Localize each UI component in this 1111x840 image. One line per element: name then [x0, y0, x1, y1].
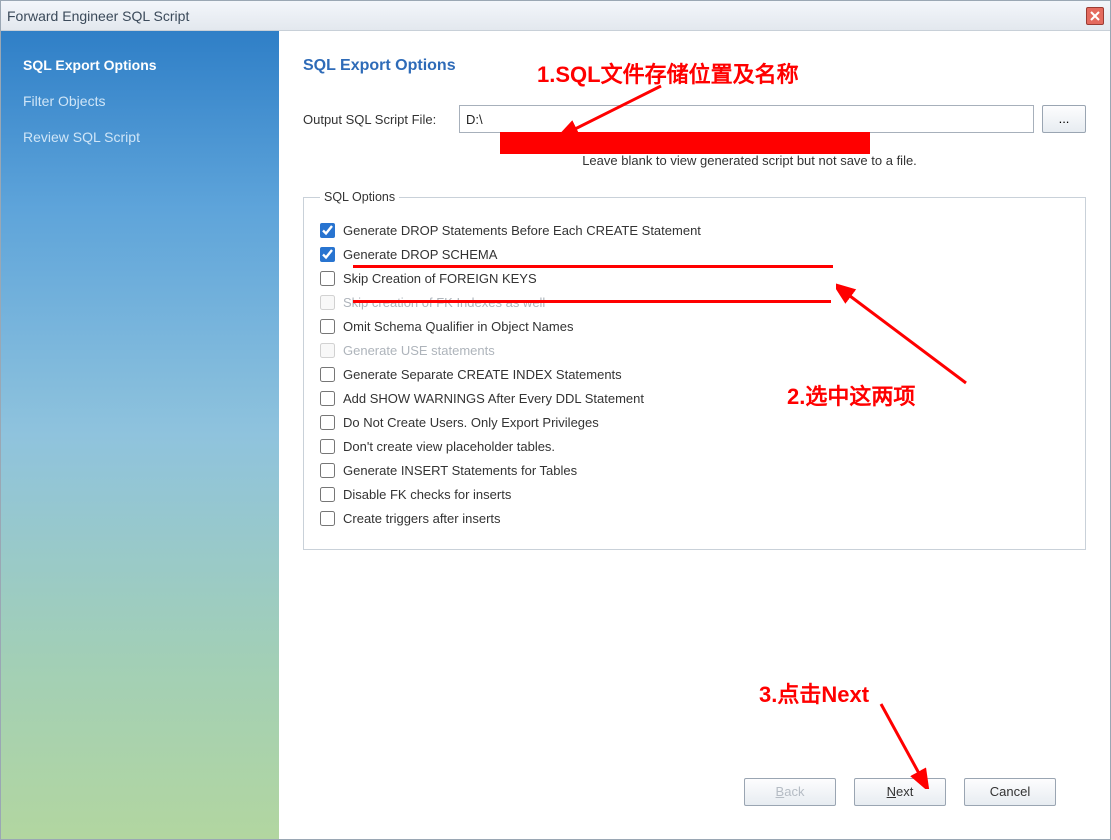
- option-label: Generate DROP Statements Before Each CRE…: [343, 223, 701, 238]
- output-file-row: Output SQL Script File: ...: [303, 105, 1086, 133]
- checkbox-skip-fk-indexes: [320, 295, 335, 310]
- browse-button[interactable]: ...: [1042, 105, 1086, 133]
- output-file-hint: Leave blank to view generated script but…: [303, 153, 1086, 168]
- option-row-use-statements: Generate USE statements: [320, 343, 1069, 358]
- checkbox-drop-schema[interactable]: [320, 247, 335, 262]
- sidebar-item-label: Filter Objects: [23, 93, 105, 109]
- option-row-skip-fk: Skip Creation of FOREIGN KEYS: [320, 271, 1069, 286]
- sidebar-item-review-script[interactable]: Review SQL Script: [15, 119, 265, 155]
- checkbox-disable-fk-inserts[interactable]: [320, 487, 335, 502]
- option-row-no-view-placeholder: Don't create view placeholder tables.: [320, 439, 1069, 454]
- sidebar-item-label: SQL Export Options: [23, 57, 157, 73]
- option-row-drop-before-create: Generate DROP Statements Before Each CRE…: [320, 223, 1069, 238]
- close-button[interactable]: [1086, 7, 1104, 25]
- option-label: Disable FK checks for inserts: [343, 487, 511, 502]
- back-button: Back: [744, 778, 836, 806]
- option-row-omit-schema: Omit Schema Qualifier in Object Names: [320, 319, 1069, 334]
- option-row-no-create-users: Do Not Create Users. Only Export Privile…: [320, 415, 1069, 430]
- annotation-underline-1: [353, 265, 833, 268]
- checkbox-use-statements: [320, 343, 335, 358]
- option-label: Generate Separate CREATE INDEX Statement…: [343, 367, 622, 382]
- checkbox-show-warnings[interactable]: [320, 391, 335, 406]
- back-button-rest: ack: [784, 784, 804, 799]
- window-title: Forward Engineer SQL Script: [7, 8, 1086, 24]
- option-row-triggers-after-inserts: Create triggers after inserts: [320, 511, 1069, 526]
- output-file-label: Output SQL Script File:: [303, 112, 451, 127]
- option-label: Generate DROP SCHEMA: [343, 247, 497, 262]
- next-button[interactable]: Next: [854, 778, 946, 806]
- checkbox-omit-schema[interactable]: [320, 319, 335, 334]
- checkbox-no-create-users[interactable]: [320, 415, 335, 430]
- close-icon: [1090, 11, 1100, 21]
- option-row-show-warnings: Add SHOW WARNINGS After Every DDL Statem…: [320, 391, 1069, 406]
- titlebar: Forward Engineer SQL Script: [1, 1, 1110, 31]
- checkbox-drop-before-create[interactable]: [320, 223, 335, 238]
- option-label: Omit Schema Qualifier in Object Names: [343, 319, 573, 334]
- cancel-button[interactable]: Cancel: [964, 778, 1056, 806]
- option-label: Skip Creation of FOREIGN KEYS: [343, 271, 537, 286]
- next-button-rest: ext: [896, 784, 913, 799]
- redaction-block: [500, 132, 870, 154]
- option-label: Generate USE statements: [343, 343, 495, 358]
- button-bar: Back Next Cancel: [303, 769, 1086, 823]
- option-label: Do Not Create Users. Only Export Privile…: [343, 415, 599, 430]
- option-label: Don't create view placeholder tables.: [343, 439, 555, 454]
- sql-options-legend: SQL Options: [320, 190, 399, 204]
- checkbox-skip-fk[interactable]: [320, 271, 335, 286]
- option-label: Create triggers after inserts: [343, 511, 501, 526]
- page-heading: SQL Export Options: [303, 57, 1086, 75]
- option-row-disable-fk-inserts: Disable FK checks for inserts: [320, 487, 1069, 502]
- option-label: Generate INSERT Statements for Tables: [343, 463, 577, 478]
- output-file-input[interactable]: [459, 105, 1034, 133]
- dialog-window: Forward Engineer SQL Script SQL Export O…: [0, 0, 1111, 840]
- checkbox-no-view-placeholder[interactable]: [320, 439, 335, 454]
- checkbox-insert-statements[interactable]: [320, 463, 335, 478]
- sql-options-group: SQL Options Generate DROP Statements Bef…: [303, 190, 1086, 550]
- checkbox-create-index[interactable]: [320, 367, 335, 382]
- option-row-create-index: Generate Separate CREATE INDEX Statement…: [320, 367, 1069, 382]
- sidebar-item-export-options[interactable]: SQL Export Options: [15, 47, 265, 83]
- annotation-underline-2: [353, 300, 831, 303]
- option-label: Add SHOW WARNINGS After Every DDL Statem…: [343, 391, 644, 406]
- option-row-drop-schema: Generate DROP SCHEMA: [320, 247, 1069, 262]
- sidebar-item-label: Review SQL Script: [23, 129, 140, 145]
- checkbox-triggers-after-inserts[interactable]: [320, 511, 335, 526]
- sidebar: SQL Export Options Filter Objects Review…: [1, 31, 279, 839]
- option-row-insert-statements: Generate INSERT Statements for Tables: [320, 463, 1069, 478]
- sidebar-item-filter-objects[interactable]: Filter Objects: [15, 83, 265, 119]
